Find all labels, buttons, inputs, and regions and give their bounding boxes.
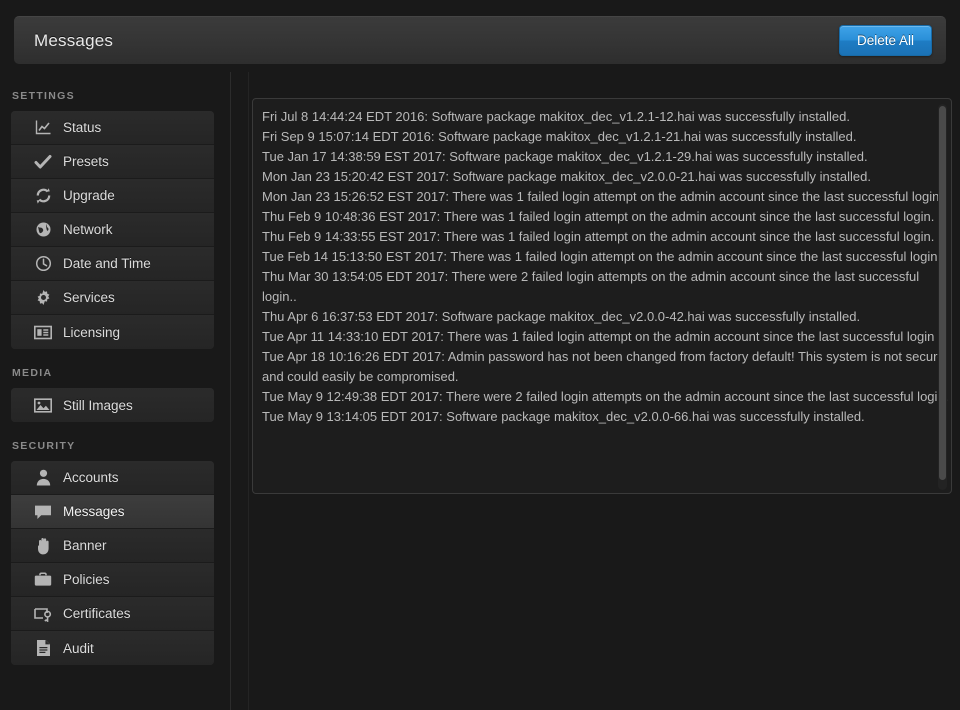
sidebar-item-policies[interactable]: Policies (11, 563, 214, 597)
briefcase-icon (33, 570, 53, 590)
gear-icon (33, 288, 53, 308)
sidebar-item-banner[interactable]: Banner (11, 529, 214, 563)
sidebar-item-label: Status (63, 120, 101, 135)
sidebar-item-network[interactable]: Network (11, 213, 214, 247)
sidebar-item-certificates[interactable]: Certificates (11, 597, 214, 631)
log-line: Thu Feb 9 10:48:36 EST 2017: There was 1… (262, 207, 952, 227)
log-line: Mon Jan 23 15:20:42 EST 2017: Software p… (262, 167, 952, 187)
sidebar-item-presets[interactable]: Presets (11, 145, 214, 179)
sidebar-item-status[interactable]: Status (11, 111, 214, 145)
sidebar-item-label: Presets (63, 154, 109, 169)
refresh-icon (33, 186, 53, 206)
speech-bubble-icon (33, 502, 53, 522)
sidebar-section-header-security: SECURITY (0, 422, 230, 461)
log-line: Tue Jan 17 14:38:59 EST 2017: Software p… (262, 147, 952, 167)
log-line: Thu Feb 9 14:33:55 EST 2017: There was 1… (262, 227, 952, 247)
sidebar-item-label: Network (63, 222, 113, 237)
log-line: Tue May 9 12:49:38 EDT 2017: There were … (262, 387, 952, 407)
log-line: Thu Mar 30 13:54:05 EDT 2017: There were… (262, 267, 952, 307)
messages-log-list: Fri Jul 8 14:44:24 EDT 2016: Software pa… (262, 107, 952, 427)
sidebar-section-header-media: MEDIA (0, 349, 230, 388)
sidebar-divider (230, 72, 231, 710)
clock-icon (33, 254, 53, 274)
certificate-icon (33, 604, 53, 624)
sidebar-item-label: Certificates (63, 606, 131, 621)
sidebar-item-label: Accounts (63, 470, 119, 485)
sidebar-item-label: Audit (63, 641, 94, 656)
sidebar-item-licensing[interactable]: Licensing (11, 315, 214, 349)
sidebar-item-date-and-time[interactable]: Date and Time (11, 247, 214, 281)
sidebar-item-services[interactable]: Services (11, 281, 214, 315)
license-icon (33, 322, 53, 342)
messages-log-panel[interactable]: Fri Jul 8 14:44:24 EDT 2016: Software pa… (252, 98, 952, 494)
log-line: Fri Jul 8 14:44:24 EDT 2016: Software pa… (262, 107, 952, 127)
sidebar-item-label: Services (63, 290, 115, 305)
sidebar-item-accounts[interactable]: Accounts (11, 461, 214, 495)
log-scrollbar-thumb[interactable] (939, 106, 946, 480)
sidebar-item-label: Date and Time (63, 256, 151, 271)
log-line: Mon Jan 23 15:26:52 EST 2017: There was … (262, 187, 952, 207)
sidebar-item-audit[interactable]: Audit (11, 631, 214, 665)
delete-all-button[interactable]: Delete All (839, 25, 932, 56)
sidebar-item-label: Banner (63, 538, 107, 553)
sidebar-item-label: Policies (63, 572, 110, 587)
sidebar-item-upgrade[interactable]: Upgrade (11, 179, 214, 213)
line-chart-icon (33, 118, 53, 138)
hand-icon (33, 536, 53, 556)
log-line: Tue May 9 13:14:05 EDT 2017: Software pa… (262, 407, 952, 427)
globe-icon (33, 220, 53, 240)
sidebar-group-media: Still Images (11, 388, 214, 422)
header-bar: Messages Delete All (14, 16, 946, 64)
user-icon (33, 468, 53, 488)
log-line: Thu Apr 6 16:37:53 EDT 2017: Software pa… (262, 307, 952, 327)
sidebar-item-label: Messages (63, 504, 125, 519)
log-line: Tue Apr 11 14:33:10 EDT 2017: There was … (262, 327, 952, 347)
sidebar-item-label: Upgrade (63, 188, 115, 203)
image-icon (33, 395, 53, 415)
log-line: Tue Feb 14 15:13:50 EST 2017: There was … (262, 247, 952, 267)
log-line: Tue Apr 18 10:16:26 EDT 2017: Admin pass… (262, 347, 952, 387)
document-icon (33, 638, 53, 658)
sidebar-group-security: Accounts Messages Banner Policies Certificat… (11, 461, 214, 665)
log-scrollbar[interactable] (938, 104, 947, 490)
page-title: Messages (34, 31, 113, 51)
sidebar: SETTINGS Status Presets Upgrade Network Date … (0, 72, 230, 710)
sidebar-item-messages[interactable]: Messages (11, 495, 214, 529)
check-icon (33, 152, 53, 172)
sidebar-item-label: Still Images (63, 398, 133, 413)
sidebar-item-still-images[interactable]: Still Images (11, 388, 214, 422)
main-content: Fri Jul 8 14:44:24 EDT 2016: Software pa… (248, 72, 960, 710)
sidebar-section-header-settings: SETTINGS (0, 72, 230, 111)
sidebar-item-label: Licensing (63, 325, 120, 340)
log-line: Fri Sep 9 15:07:14 EDT 2016: Software pa… (262, 127, 952, 147)
sidebar-group-settings: Status Presets Upgrade Network Date and Time… (11, 111, 214, 349)
